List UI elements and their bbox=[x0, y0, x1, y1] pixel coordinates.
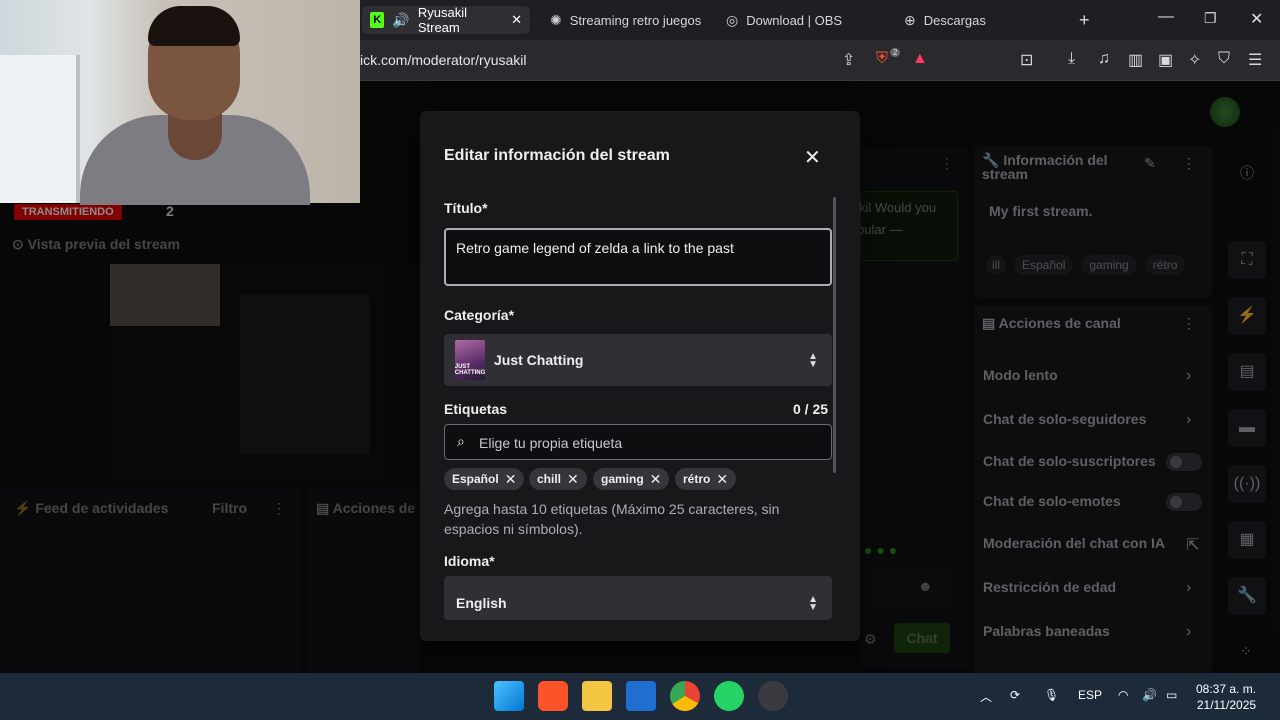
media-icon[interactable]: ♫ bbox=[1098, 50, 1110, 68]
new-tab-icon[interactable]: + bbox=[1079, 10, 1090, 31]
kick-icon: K bbox=[370, 12, 385, 28]
select-arrows-icon: ▲ ▼ bbox=[808, 594, 818, 613]
close-window-icon[interactable]: ✕ bbox=[1250, 9, 1263, 29]
tab-ryusakil-stream[interactable]: K 🔊 Ryusakil Stream ✕ bbox=[362, 5, 530, 35]
vpn-icon[interactable]: ⛉ bbox=[1218, 50, 1230, 68]
tab-label: Descargas bbox=[923, 12, 986, 28]
downloads-icon[interactable]: ⤓ bbox=[1068, 50, 1075, 68]
tab-label: Streaming retro juegos bbox=[569, 12, 702, 28]
tray-chevron-icon[interactable]: ︿ bbox=[980, 688, 992, 705]
tab-label: Ryusakil Stream bbox=[417, 5, 467, 35]
speaker-icon: 🔊 bbox=[392, 11, 410, 28]
remove-tag-icon[interactable]: ✕ bbox=[716, 471, 728, 488]
webcam-overlay bbox=[0, 0, 360, 205]
wifi-icon[interactable]: ◠ bbox=[1118, 688, 1128, 702]
share-icon[interactable]: ⇪ bbox=[842, 50, 855, 70]
select-arrows-icon: ▲ ▼ bbox=[808, 351, 818, 370]
tags-help-text: Agrega hasta 10 etiquetas (Máximo 25 car… bbox=[444, 501, 780, 537]
remove-tag-icon[interactable]: ✕ bbox=[505, 471, 517, 488]
download-icon: ⊕ bbox=[904, 11, 916, 28]
category-select[interactable]: JUST CHATTING Just Chatting ▲ ▼ bbox=[444, 334, 832, 386]
tag-chip: chill ✕ bbox=[529, 468, 587, 490]
brave-rewards-icon[interactable]: ▲ bbox=[912, 50, 928, 68]
chatgpt-icon: ✺ bbox=[550, 11, 562, 28]
language-label: Idioma* bbox=[444, 553, 495, 569]
obs-icon[interactable] bbox=[758, 681, 788, 711]
whatsapp-icon[interactable] bbox=[714, 681, 744, 711]
person-hair bbox=[148, 6, 240, 46]
window-background bbox=[0, 55, 80, 203]
tag-chip: Español ✕ bbox=[444, 468, 525, 490]
remove-tag-icon[interactable]: ✕ bbox=[650, 471, 662, 488]
file-explorer-icon[interactable] bbox=[582, 681, 612, 711]
leo-ai-icon[interactable]: ✧ bbox=[1188, 50, 1201, 70]
wallet-icon[interactable]: ▣ bbox=[1158, 50, 1173, 70]
sidebar-icon[interactable]: ▥ bbox=[1128, 50, 1143, 70]
modal-scrollbar[interactable] bbox=[833, 197, 836, 473]
minimize-icon[interactable]: — bbox=[1158, 8, 1174, 26]
title-label: Título* bbox=[444, 200, 488, 216]
menu-icon[interactable]: ☰ bbox=[1248, 50, 1262, 70]
tag-label: Español bbox=[452, 472, 499, 486]
category-value: Just Chatting bbox=[494, 352, 584, 368]
language-select[interactable]: English ▲ ▼ bbox=[444, 576, 832, 620]
tag-chip: rétro ✕ bbox=[675, 468, 737, 490]
volume-icon[interactable]: 🔊 bbox=[1142, 688, 1157, 702]
windows-start-icon[interactable] bbox=[494, 681, 524, 711]
obs-icon: ◎ bbox=[726, 11, 739, 28]
language-value: English bbox=[456, 595, 507, 611]
category-label: Categoría* bbox=[444, 307, 515, 323]
category-thumbnail: JUST CHATTING bbox=[455, 340, 485, 380]
clock-date: 21/11/2025 bbox=[1196, 698, 1257, 712]
remove-tag-icon[interactable]: ✕ bbox=[567, 471, 579, 488]
tab-descargas[interactable]: ⊕ Descargas bbox=[896, 6, 994, 34]
tab-download-obs[interactable]: ◎ Download | OBS bbox=[718, 6, 850, 34]
tag-chip: gaming ✕ bbox=[593, 468, 670, 490]
url-field[interactable]: ick.com/moderator/ryusakil bbox=[360, 52, 527, 68]
tag-search-input[interactable]: ⌕ Elige tu propia etiqueta bbox=[444, 424, 832, 460]
reader-mode-icon[interactable]: ⊡ bbox=[1020, 50, 1033, 70]
brave-shield-icon[interactable]: ⛨ bbox=[876, 50, 888, 68]
clock[interactable]: 08:37 a. m. 21/11/2025 bbox=[1196, 681, 1256, 713]
title-value: Retro game legend of zelda a link to the… bbox=[456, 240, 734, 256]
modal-title: Editar información del stream bbox=[444, 147, 670, 164]
tab-streaming-retro[interactable]: ✺ Streaming retro juegos bbox=[542, 6, 709, 34]
chrome-icon[interactable] bbox=[670, 681, 700, 711]
search-icon: ⌕ bbox=[457, 433, 465, 449]
tags-label: Etiquetas bbox=[444, 401, 508, 417]
tag-label: chill bbox=[537, 472, 562, 486]
input-language[interactable]: ESP bbox=[1078, 688, 1102, 702]
tags-count: 0 / 25 bbox=[793, 401, 829, 417]
edit-stream-info-modal: Editar información del stream ✕ Título* … bbox=[420, 111, 860, 641]
tag-label: rétro bbox=[683, 472, 711, 486]
clock-time: 08:37 a. m. bbox=[1196, 682, 1257, 696]
tag-label: gaming bbox=[601, 472, 644, 486]
close-tab-icon[interactable]: ✕ bbox=[511, 12, 522, 28]
category-thumb-text: JUST CHATTING bbox=[454, 364, 486, 376]
sync-icon[interactable]: ⟳ bbox=[1010, 688, 1020, 702]
title-input[interactable]: Retro game legend of zelda a link to the… bbox=[444, 228, 832, 286]
tag-search-placeholder: Elige tu propia etiqueta bbox=[479, 435, 623, 451]
maximize-icon[interactable]: ❐ bbox=[1204, 10, 1217, 27]
close-icon[interactable]: ✕ bbox=[804, 145, 821, 170]
microphone-icon[interactable]: 🎙 bbox=[1044, 688, 1059, 702]
vscode-icon[interactable] bbox=[626, 681, 656, 711]
battery-icon[interactable]: ▭ bbox=[1166, 688, 1177, 702]
tab-label: Download | OBS bbox=[746, 12, 843, 28]
brave-icon[interactable] bbox=[538, 681, 568, 711]
